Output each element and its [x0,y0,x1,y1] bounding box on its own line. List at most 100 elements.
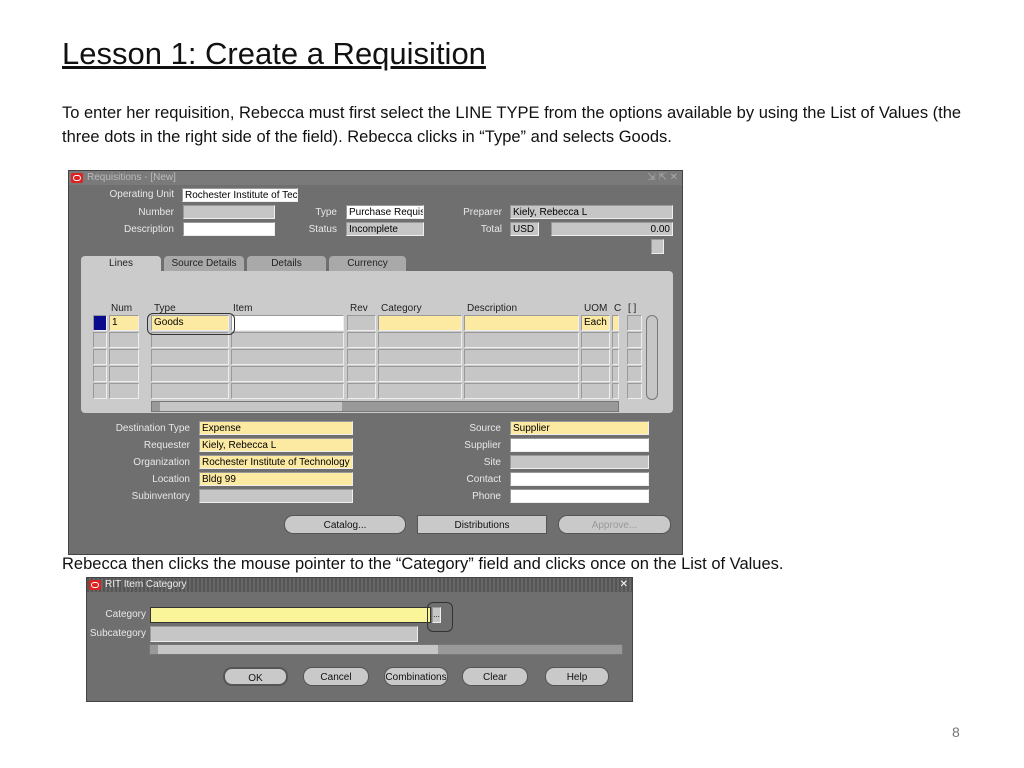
highlight-lov [427,602,453,632]
oracle-logo-icon [71,173,83,183]
cell-c[interactable] [612,349,619,365]
organization-field[interactable]: Rochester Institute of Technology [199,455,353,469]
cell-num[interactable] [109,349,139,365]
source-field[interactable]: Supplier [510,421,649,435]
subinventory-field[interactable] [199,489,353,503]
catalog-button[interactable]: Catalog... [284,515,406,534]
cell-rev[interactable] [347,315,376,331]
cell-c[interactable] [612,366,619,382]
location-field[interactable]: Bldg 99 [199,472,353,486]
cell-c[interactable] [612,315,619,331]
cell-item[interactable] [231,349,344,365]
cell-description[interactable] [464,332,579,348]
ok-button[interactable]: OK [223,667,288,686]
cell-box[interactable] [627,349,642,365]
row-indicator[interactable] [93,315,107,331]
cancel-button[interactable]: Cancel [303,667,369,686]
cell-description[interactable] [464,315,579,331]
approve-button[interactable]: Approve... [558,515,671,534]
number-field[interactable] [183,205,275,219]
cell-description[interactable] [464,366,579,382]
page-number: 8 [952,724,960,740]
window-controls-icon[interactable]: ⇲ ⇱ ✕ [647,171,678,185]
cell-uom[interactable] [581,349,610,365]
cell-uom[interactable] [581,366,610,382]
cell-category[interactable] [378,315,462,331]
cell-rev[interactable] [347,383,376,399]
cell-item[interactable] [231,315,344,331]
type-label: Type [315,207,337,218]
table-row[interactable] [81,366,673,383]
cell-category[interactable] [378,349,462,365]
cell-description[interactable] [464,349,579,365]
subcategory-field[interactable] [150,626,418,642]
cell-box[interactable] [627,315,642,331]
operating-unit-field[interactable]: Rochester Institute of Technology [182,188,298,202]
row-indicator[interactable] [93,349,107,365]
cell-type[interactable] [151,349,229,365]
cell-rev[interactable] [347,366,376,382]
cell-num[interactable]: 1 [109,315,139,331]
cell-c[interactable] [612,332,619,348]
horizontal-scrollbar[interactable] [151,401,619,412]
cell-rev[interactable] [347,332,376,348]
column-header: C [614,303,622,314]
cell-num[interactable] [109,332,139,348]
rit-item-category-window: RIT Item Category ✕ Category ... Subcate… [86,577,633,702]
cell-type[interactable] [151,366,229,382]
vertical-scrollbar[interactable] [646,315,658,400]
distributions-button[interactable]: Distributions [417,515,547,534]
cell-category[interactable] [378,366,462,382]
scrollbar-thumb[interactable] [158,645,438,654]
cell-description[interactable] [464,383,579,399]
cell-item[interactable] [231,366,344,382]
tab-source-details[interactable]: Source Details [164,256,244,272]
organization-label: Organization [133,457,190,468]
site-field[interactable] [510,455,649,469]
window-title: Requisitions - [New] [87,172,176,183]
phone-field[interactable] [510,489,649,503]
cell-uom[interactable] [581,383,610,399]
row-indicator[interactable] [93,366,107,382]
row-indicator[interactable] [93,383,107,399]
number-label: Number [138,207,174,218]
horizontal-scrollbar[interactable] [149,644,623,655]
clear-button[interactable]: Clear [462,667,528,686]
cell-num[interactable] [109,366,139,382]
contact-field[interactable] [510,472,649,486]
cell-item[interactable] [231,383,344,399]
tab-details[interactable]: Details [247,256,326,272]
destination-type-field[interactable]: Expense [199,421,353,435]
combinations-button[interactable]: Combinations [384,667,448,686]
scrollbar-thumb[interactable] [160,402,342,411]
oracle-logo-icon [89,580,101,590]
tab-currency[interactable]: Currency [329,256,406,272]
cell-uom[interactable] [581,332,610,348]
column-header: UOM [584,303,608,314]
caption-text: Rebecca then clicks the mouse pointer to… [62,555,784,573]
cell-box[interactable] [627,332,642,348]
close-icon[interactable]: ✕ [620,578,628,592]
category-field[interactable] [150,607,431,623]
supplier-field[interactable] [510,438,649,452]
table-row[interactable] [81,383,673,400]
requester-field[interactable]: Kiely, Rebecca L [199,438,353,452]
contact-label: Contact [466,474,501,485]
cell-num[interactable] [109,383,139,399]
cell-c[interactable] [612,383,619,399]
cell-uom[interactable]: Each [581,315,610,331]
row-indicator[interactable] [93,332,107,348]
folder-checkbox[interactable] [651,239,664,254]
description-field[interactable] [183,222,275,236]
cell-box[interactable] [627,383,642,399]
cell-rev[interactable] [347,349,376,365]
cell-category[interactable] [378,332,462,348]
help-button[interactable]: Help [545,667,609,686]
cell-box[interactable] [627,366,642,382]
type-field[interactable]: Purchase Requisition [346,205,424,219]
cell-type[interactable] [151,383,229,399]
table-row[interactable] [81,349,673,366]
cell-item[interactable] [231,332,344,348]
cell-category[interactable] [378,383,462,399]
status-field: Incomplete [346,222,424,236]
